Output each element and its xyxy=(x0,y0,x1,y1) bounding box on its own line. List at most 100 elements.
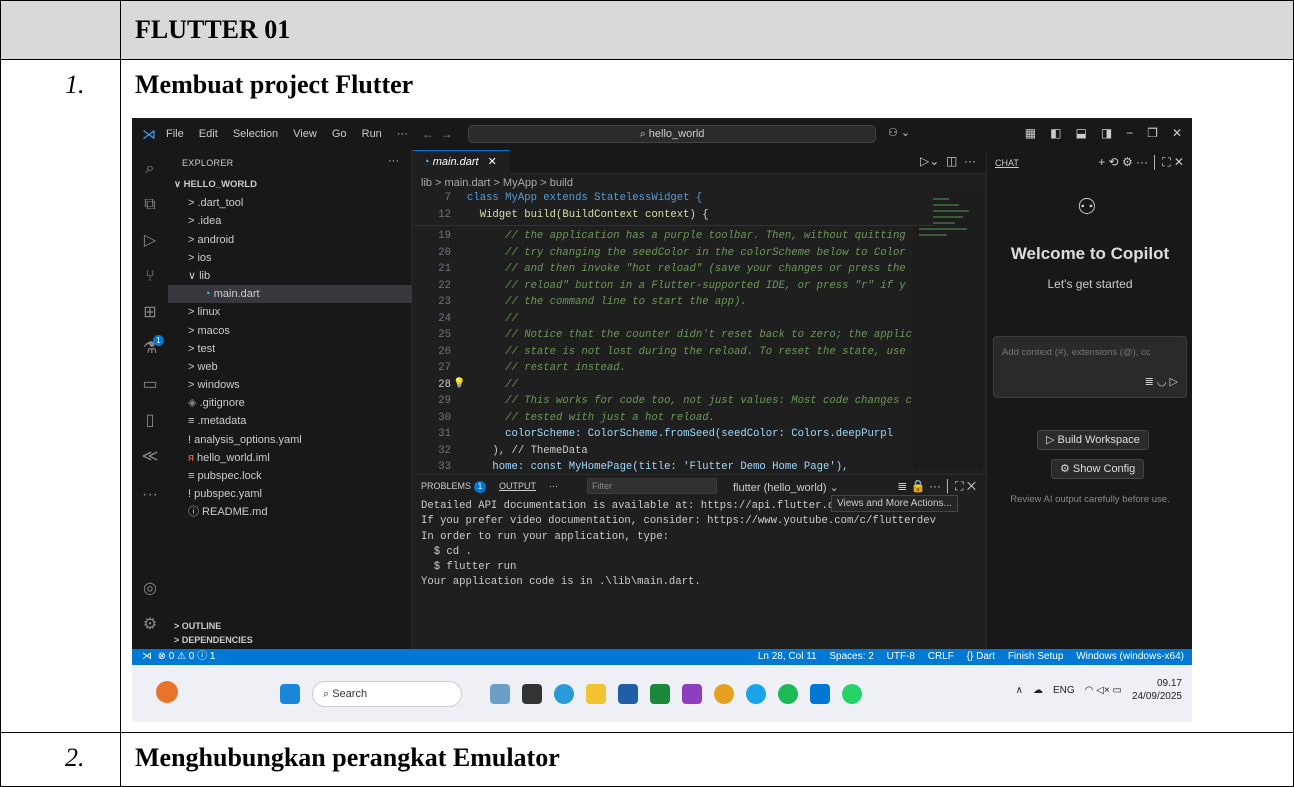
vscode-taskbar-icon[interactable] xyxy=(810,684,830,704)
tray-chevron-icon[interactable]: ∧ xyxy=(1016,685,1023,696)
search-icon[interactable]: ⌕ xyxy=(141,160,159,178)
tab-problems[interactable]: PROBLEMS 1 xyxy=(421,481,487,493)
menu-file[interactable]: File xyxy=(166,128,184,140)
start-icon[interactable] xyxy=(280,684,300,704)
tab-output[interactable]: OUTPUT xyxy=(499,481,536,491)
status-eol[interactable]: CRLF xyxy=(928,651,954,662)
menu-edit[interactable]: Edit xyxy=(199,128,218,140)
tree-item[interactable]: > .idea xyxy=(168,212,412,230)
show-config-button[interactable]: ⚙ Show Config xyxy=(1051,459,1145,479)
menu-selection[interactable]: Selection xyxy=(233,128,278,140)
panel-toggle-icon[interactable]: ⬓ xyxy=(1075,126,1086,140)
breadcrumb[interactable]: lib > main.dart > MyApp > build xyxy=(413,175,986,191)
tree-item[interactable]: ! pubspec.yaml xyxy=(168,485,412,503)
taskbar-search[interactable]: ⌕ Search xyxy=(312,681,462,707)
flutter-icon[interactable]: ≪ xyxy=(141,448,159,466)
output-channel-select[interactable]: flutter (hello_world) ⌄ xyxy=(733,481,839,494)
status-device[interactable]: Windows (windows-x64) xyxy=(1076,651,1184,662)
store-icon[interactable] xyxy=(618,684,638,704)
wifi-volume-battery-icon[interactable]: ◠ ◁× ▭ xyxy=(1085,685,1122,696)
spotify-icon[interactable] xyxy=(778,684,798,704)
source-control-icon[interactable]: ⑂ xyxy=(141,268,159,286)
lightbulb-icon[interactable]: 💡 xyxy=(453,378,465,390)
xbox-icon[interactable] xyxy=(650,684,670,704)
status-indent[interactable]: Spaces: 2 xyxy=(829,651,873,662)
status-encoding[interactable]: UTF-8 xyxy=(887,651,915,662)
file-explorer-icon[interactable] xyxy=(586,684,606,704)
panel-actions-icon[interactable]: ≣ 🔒 ··· │ ⛶ ✕ xyxy=(897,479,976,494)
extensions-icon[interactable]: ⊞ xyxy=(141,304,159,322)
settings-gear-icon[interactable]: ⚙ xyxy=(141,616,159,634)
tree-root[interactable]: ∨ HELLO_WORLD xyxy=(168,176,412,194)
chat-heading[interactable]: CHAT xyxy=(995,158,1019,168)
status-language[interactable]: {} Dart xyxy=(967,651,995,662)
tree-item[interactable]: ! analysis_options.yaml xyxy=(168,431,412,449)
menu-run[interactable]: Run xyxy=(362,128,382,140)
layout-icon[interactable]: ▦ xyxy=(1025,126,1036,140)
tree-item[interactable]: > windows xyxy=(168,376,412,394)
command-center-search[interactable]: ⌕ hello_world xyxy=(468,125,876,143)
status-finish-setup[interactable]: Finish Setup xyxy=(1008,651,1064,662)
widgets-icon[interactable] xyxy=(490,684,510,704)
send-icon[interactable]: ≣ ◡ ▷ xyxy=(1145,375,1178,388)
device-icon[interactable]: ▯ xyxy=(141,412,159,430)
account-icon[interactable]: ◎ xyxy=(141,580,159,598)
more-icon[interactable]: ··· xyxy=(141,486,159,504)
app-icon[interactable] xyxy=(682,684,702,704)
tree-item[interactable]: > linux xyxy=(168,303,412,321)
sidebar-toggle-icon[interactable]: ◧ xyxy=(1050,126,1061,140)
weather-icon[interactable] xyxy=(156,681,178,703)
tree-item[interactable]: ⓘ README.md xyxy=(168,503,412,521)
outline-header[interactable]: > OUTLINE xyxy=(168,619,412,633)
dependencies-header[interactable]: > DEPENDENCIES xyxy=(168,633,412,647)
remote-explorer-icon[interactable]: ▭ xyxy=(141,376,159,394)
tab-close-icon[interactable]: ✕ xyxy=(488,156,497,168)
menu-go[interactable]: Go xyxy=(332,128,347,140)
tree-item[interactable]: > ios xyxy=(168,249,412,267)
panel-more-icon[interactable]: ··· xyxy=(549,481,558,491)
tree-item[interactable]: ≡ pubspec.lock xyxy=(168,467,412,485)
language-indicator[interactable]: ENG xyxy=(1053,685,1075,696)
editor-actions-icon[interactable]: ▷⌄ ◫ ··· xyxy=(920,154,976,168)
tree-item[interactable]: > android xyxy=(168,231,412,249)
tree-item[interactable]: > .dart_tool xyxy=(168,194,412,212)
onedrive-icon[interactable]: ☁ xyxy=(1033,685,1043,696)
dart-file-icon: ◔ xyxy=(423,156,430,168)
whatsapp-icon[interactable] xyxy=(842,684,862,704)
status-cursor[interactable]: Ln 28, Col 11 xyxy=(758,651,817,662)
app-icon[interactable] xyxy=(746,684,766,704)
chat-input[interactable]: Add context (#), extensions (@), cc ≣ ◡ … xyxy=(993,336,1187,398)
tree-item[interactable]: > macos xyxy=(168,322,412,340)
tree-item[interactable]: ◈ .gitignore xyxy=(168,394,412,412)
tab-main-dart[interactable]: ◔ main.dart ✕ xyxy=(413,150,510,174)
testing-icon[interactable]: ⚗ xyxy=(141,340,159,358)
clock[interactable]: 09.17 24/09/2025 xyxy=(1132,677,1182,703)
code-editor[interactable]: 7 class MyApp extends StatelessWidget { … xyxy=(413,190,933,473)
secondary-sidebar-icon[interactable]: ◨ xyxy=(1101,126,1112,140)
minimize-icon[interactable]: − xyxy=(1126,126,1133,140)
menu-more[interactable]: ··· xyxy=(397,128,408,140)
tree-item[interactable]: > web xyxy=(168,358,412,376)
explorer-icon[interactable]: ⧉ xyxy=(141,196,159,214)
chat-actions-icon[interactable]: + ⟲ ⚙ ··· │ ⛶ ✕ xyxy=(1098,155,1184,170)
edge-icon[interactable] xyxy=(554,684,574,704)
restore-icon[interactable]: ❐ xyxy=(1147,126,1158,140)
tree-item[interactable]: ∨ lib xyxy=(168,267,412,285)
nav-arrows-icon[interactable]: ← → xyxy=(422,127,453,141)
run-debug-icon[interactable]: ▷ xyxy=(141,232,159,250)
status-problems[interactable]: ⋊ ⊗ 0 ⚠ 0 ⓘ 1 xyxy=(142,649,215,665)
close-icon[interactable]: ✕ xyxy=(1172,126,1182,140)
tree-item[interactable]: ≡ .metadata xyxy=(168,412,412,430)
filter-input[interactable]: Filter xyxy=(587,478,717,494)
tree-item[interactable]: ᴙ hello_world.iml xyxy=(168,449,412,467)
copilot-icon[interactable]: ⚇ ⌄ xyxy=(888,126,910,139)
menu-view[interactable]: View xyxy=(293,128,317,140)
explorer-more-icon[interactable]: ··· xyxy=(388,155,399,167)
build-workspace-button[interactable]: ▷ Build Workspace xyxy=(1037,430,1149,450)
taskview-icon[interactable] xyxy=(522,684,542,704)
tree-item[interactable]: > test xyxy=(168,340,412,358)
window-controls: ▦ ◧ ⬓ ◨ − ❐ ✕ xyxy=(1025,126,1182,140)
chrome-icon[interactable] xyxy=(714,684,734,704)
minimap[interactable] xyxy=(913,192,983,470)
tree-item-selected[interactable]: ◔ main.dart xyxy=(168,285,412,304)
